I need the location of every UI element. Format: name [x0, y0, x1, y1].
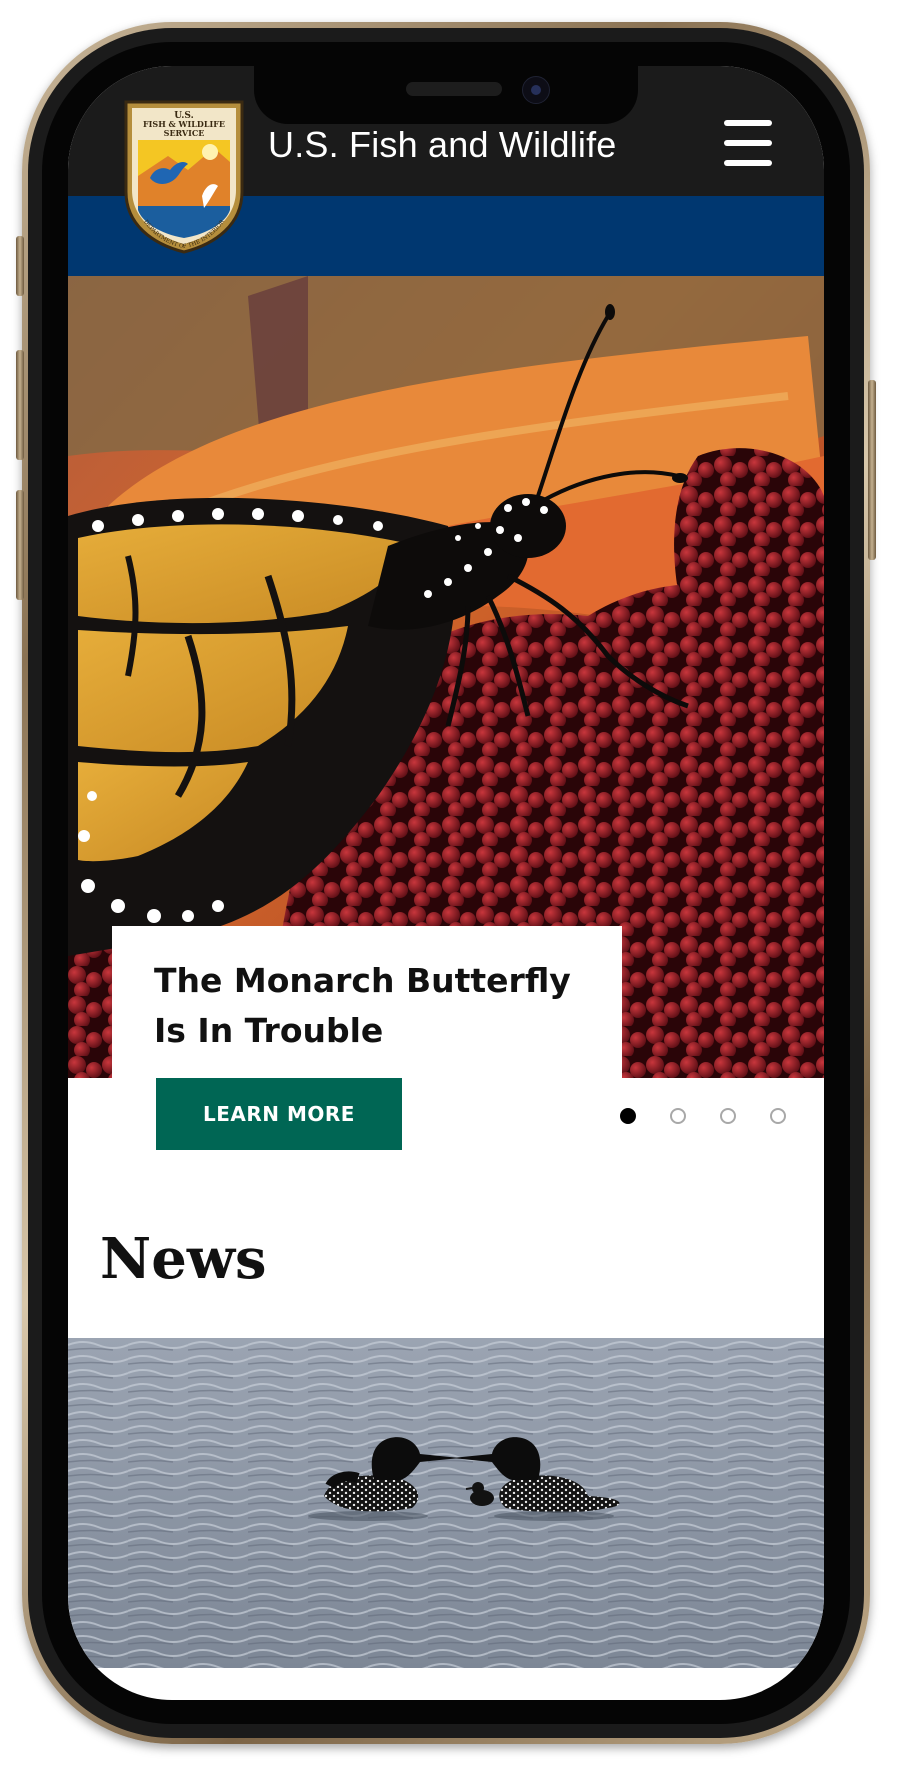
- carousel-dot-3[interactable]: [720, 1108, 736, 1124]
- front-camera: [522, 76, 550, 104]
- carousel-dot-4[interactable]: [770, 1108, 786, 1124]
- hero-headline-line1: The Monarch Butterfly: [154, 961, 571, 1000]
- volume-up-button: [16, 350, 24, 460]
- power-button: [868, 380, 876, 560]
- hamburger-menu-icon[interactable]: [722, 116, 776, 170]
- phone-notch: [254, 66, 638, 124]
- volume-down-button: [16, 490, 24, 600]
- usfws-logo[interactable]: U.S. FISH & WILDLIFE SERVICE DEPARTMENT …: [118, 96, 250, 256]
- carousel-dot-2[interactable]: [670, 1108, 686, 1124]
- site-title[interactable]: U.S. Fish and Wildlife: [268, 124, 617, 166]
- hero-headline[interactable]: The Monarch Butterfly Is In Trouble: [154, 956, 594, 1056]
- mute-switch: [16, 236, 24, 296]
- news-heading: News: [100, 1226, 267, 1292]
- news-article-image[interactable]: [68, 1338, 824, 1668]
- carousel-dot-1[interactable]: [620, 1108, 636, 1124]
- logo-text-line3: SERVICE: [164, 128, 205, 138]
- speaker-grille: [406, 82, 502, 96]
- phone-screen: U.S. Fish and Wildlife U.S. FISH & WILDL…: [68, 66, 824, 1700]
- hero-headline-line2: Is In Trouble: [154, 1011, 384, 1050]
- learn-more-button[interactable]: LEARN MORE: [156, 1078, 402, 1150]
